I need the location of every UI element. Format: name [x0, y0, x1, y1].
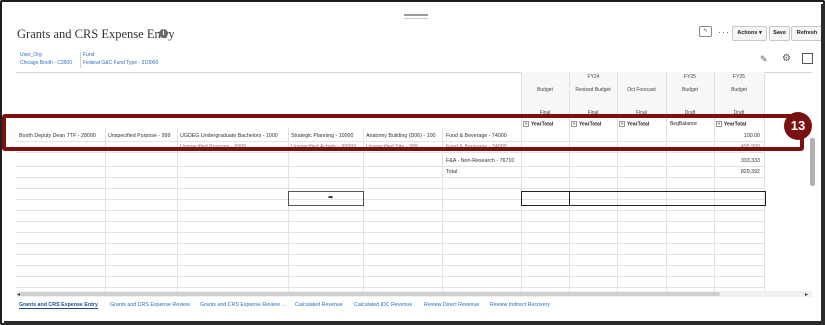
- selected-range-divider: [569, 191, 570, 205]
- page-title: Grants and CRS Expense Entry: [17, 27, 175, 41]
- period-header-fy25a: FY25: [684, 74, 696, 80]
- row-cell-value[interactable]: 333,333: [714, 156, 760, 166]
- table-row-total[interactable]: Total 829,392: [16, 167, 764, 178]
- grid-line: [105, 127, 106, 291]
- selected-cell[interactable]: [288, 191, 364, 206]
- tab-grants-crs-expense-entry[interactable]: Grants and CRS Expense Entry: [19, 302, 98, 309]
- period-header-fy25b: FY25: [733, 74, 745, 80]
- drag-handle[interactable]: [404, 14, 428, 16]
- highlight-box: [2, 114, 804, 151]
- save-button[interactable]: Save: [769, 26, 790, 41]
- tab-grants-crs-expense-review[interactable]: Grants and CRS Expense Review: [110, 302, 190, 308]
- grid-line: [442, 127, 443, 291]
- pov-label-user-org: User_Org: [20, 52, 42, 58]
- tab-calculated-revenue[interactable]: Calculated Revenue: [295, 302, 343, 308]
- table-row-empty: [16, 211, 764, 222]
- tab-review-indirect-recovery[interactable]: Review Indirect Recovery: [490, 302, 550, 308]
- frame-shadow-right: [821, 4, 825, 325]
- refresh-button[interactable]: Refresh: [791, 26, 823, 41]
- row-cell-value[interactable]: 829,392: [714, 167, 760, 177]
- pov-value-fund[interactable]: Federal G&C Fund Type - 310000: [83, 60, 158, 66]
- grid-line: [764, 72, 765, 291]
- tab-grants-crs-expense-review-2[interactable]: Grants and CRS Expense Review ...: [200, 302, 286, 308]
- table-row-empty: [16, 233, 764, 244]
- table-row-empty: [16, 244, 764, 255]
- more-options-icon[interactable]: ···: [718, 27, 730, 37]
- scroll-left-icon[interactable]: ◂: [17, 291, 20, 298]
- gear-icon[interactable]: ⚙: [782, 53, 791, 64]
- table-row-empty: [16, 277, 764, 288]
- table-row-empty: [16, 178, 764, 189]
- scenario-header-3: Oct Forecast: [627, 87, 656, 93]
- scenario-header-2: Revised Budget: [575, 87, 611, 93]
- horizontal-scrollbar-thumb[interactable]: [20, 292, 720, 296]
- step-callout-badge: 13: [784, 112, 812, 140]
- tab-calculated-idc-revenue[interactable]: Calculated IDC Revenue: [354, 302, 412, 308]
- comment-icon[interactable]: ✎: [699, 26, 712, 37]
- scenario-header-4: Budget: [682, 87, 698, 93]
- pov-label-fund: Fund: [83, 52, 95, 58]
- scenario-header-5: Budget: [731, 87, 747, 93]
- scroll-right-icon[interactable]: ▸: [805, 291, 808, 298]
- table-row[interactable]: F&A - Non-Research - 76710 333,333: [16, 156, 764, 167]
- grid-line: [288, 127, 289, 291]
- row-cell-account: Total: [446, 169, 458, 175]
- drag-handle-line: [404, 18, 428, 19]
- row-cell-account: F&A - Non-Research - 76710: [446, 158, 515, 164]
- selected-range[interactable]: [521, 191, 766, 206]
- app-window: Grants and CRS Expense Entry i ✎ ··· Act…: [0, 0, 825, 325]
- tab-review-direct-revenue[interactable]: Review Direct Revenue: [424, 302, 479, 308]
- scenario-header-1: Budget: [537, 87, 553, 93]
- cursor-icon: ➡: [328, 195, 334, 201]
- vertical-scrollbar[interactable]: [810, 138, 815, 186]
- info-icon[interactable]: i: [159, 29, 168, 38]
- pov-divider: [80, 52, 81, 68]
- table-row-empty: [16, 222, 764, 233]
- table-row-empty: [16, 266, 764, 277]
- edit-icon[interactable]: ✎: [760, 54, 768, 65]
- frame-shadow-bottom: [4, 321, 825, 325]
- grid-line: [363, 127, 364, 291]
- table-row-empty: [16, 255, 764, 266]
- grid-line: [177, 127, 178, 291]
- period-header-fy24: FY24: [587, 74, 600, 80]
- pov-value-user-org[interactable]: Chicago Booth - C3500: [20, 60, 72, 66]
- actions-button[interactable]: Actions ▾: [732, 26, 767, 41]
- layout-icon[interactable]: [802, 53, 813, 64]
